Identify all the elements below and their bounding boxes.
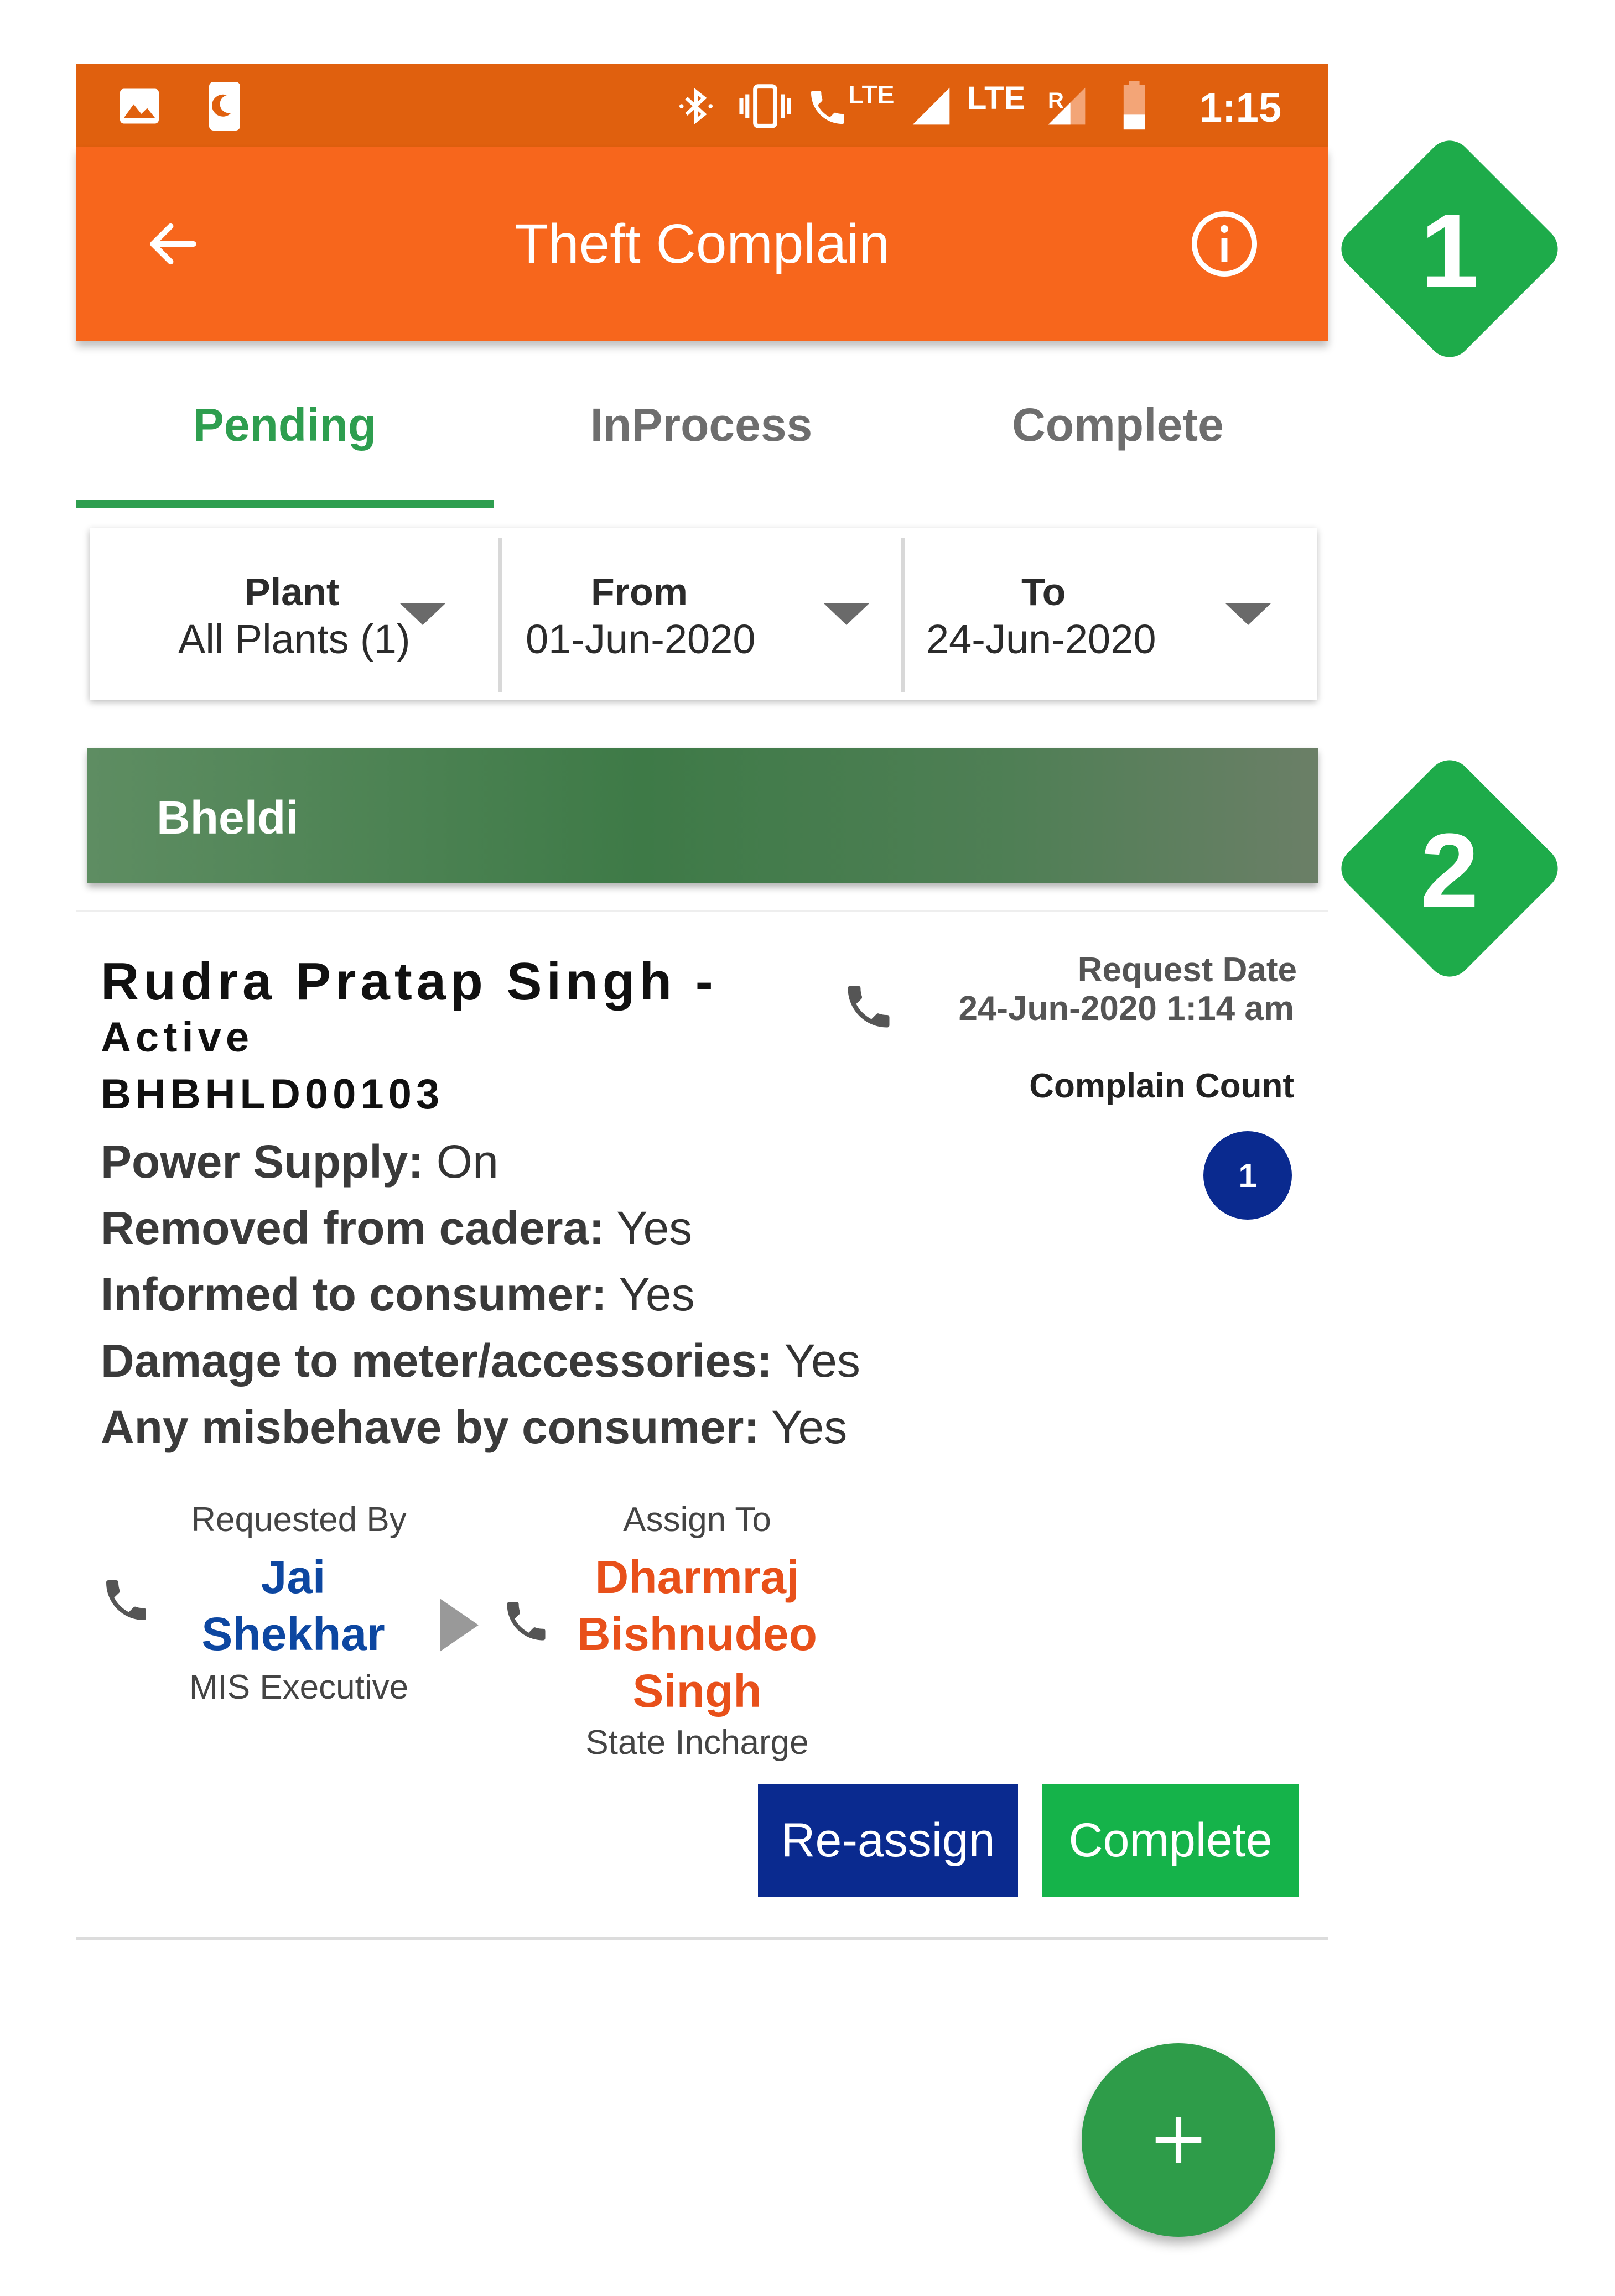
group-title: Bheldi: [157, 792, 299, 844]
field-label: Any misbehave by consumer:: [101, 1401, 760, 1453]
play-arrow-icon: [440, 1599, 479, 1652]
assignee-name-line: Dharmraj: [595, 1551, 799, 1603]
info-icon: [1191, 211, 1258, 277]
to-filter-label: To: [1021, 570, 1066, 613]
call-assignee-button[interactable]: [501, 1596, 556, 1651]
field-value: Yes: [619, 1268, 695, 1320]
requester-name-line: Shekhar: [201, 1608, 385, 1660]
card-divider: [76, 1937, 1328, 1940]
field-label: Informed to consumer:: [101, 1268, 607, 1320]
field-value: On: [436, 1136, 498, 1188]
signal-icon: [906, 81, 956, 132]
to-date-filter[interactable]: To 24-Jun-2020: [905, 528, 1317, 700]
image-icon: [116, 81, 163, 132]
consumer-name: Rudra Pratap Singh -: [101, 952, 718, 1011]
to-filter-value: 24-Jun-2020: [926, 616, 1156, 662]
sim-app-icon: [207, 81, 242, 132]
filter-divider: [498, 538, 502, 692]
complain-count-label: Complain Count: [1029, 1067, 1294, 1105]
field-row: Power Supply: On: [101, 1135, 498, 1189]
assignee-name-line: Bishnudeo: [577, 1608, 817, 1660]
field-label: Power Supply:: [101, 1136, 424, 1188]
requester-role: MIS Executive: [189, 1668, 409, 1706]
request-date-value: 24-Jun-2020 1:14 am: [958, 990, 1294, 1028]
add-complaint-button[interactable]: [1082, 2043, 1275, 2237]
assignee-role: State Incharge: [585, 1724, 809, 1762]
filter-bar: Plant All Plants (1) From 01-Jun-2020 To…: [90, 528, 1317, 700]
assign-to-label: Assign To: [623, 1501, 771, 1539]
phone-icon: [106, 1580, 146, 1620]
field-row: Removed from cadera: Yes: [101, 1201, 692, 1255]
plus-icon: [1155, 2117, 1202, 2163]
call-consumer-button[interactable]: [841, 979, 902, 1040]
field-value: Yes: [771, 1401, 848, 1453]
callout-2-label: 2: [1420, 812, 1479, 929]
from-filter-value: 01-Jun-2020: [526, 616, 756, 662]
complain-count-badge: 1: [1203, 1131, 1292, 1220]
field-label: Removed from cadera:: [101, 1202, 605, 1254]
plant-filter-label: Plant: [245, 570, 340, 613]
tab-inprocess[interactable]: InProcess: [493, 398, 910, 452]
lte-label: LTE: [848, 80, 895, 109]
bluetooth-icon: [674, 81, 718, 132]
tab-indicator: [76, 500, 494, 508]
chevron-down-icon: [399, 603, 446, 625]
consumer-id: BHBHLD00103: [101, 1071, 444, 1118]
vibrate-icon: [735, 81, 796, 132]
lte-label-2: LTE: [967, 80, 1026, 116]
call-requester-button[interactable]: [100, 1574, 155, 1629]
phone-icon: [507, 1602, 546, 1641]
assignee-name: Dharmraj Bishnudeo Singh: [542, 1549, 852, 1720]
chevron-down-icon: [1225, 603, 1271, 625]
consumer-status: Active: [101, 1014, 254, 1061]
requester-name-line: Jai: [261, 1551, 326, 1603]
complete-button[interactable]: Complete: [1042, 1784, 1299, 1897]
field-value: Yes: [784, 1335, 860, 1387]
callout-1: 1: [1328, 127, 1571, 371]
from-filter-label: From: [591, 570, 688, 613]
filter-divider: [901, 538, 905, 692]
battery-icon: [1118, 81, 1151, 132]
plant-filter-value: All Plants (1): [178, 616, 411, 662]
phone-icon: [848, 986, 890, 1028]
from-date-filter[interactable]: From 01-Jun-2020: [502, 528, 901, 700]
callout-1-label: 1: [1420, 192, 1479, 310]
app-bar: Theft Complain: [76, 147, 1328, 341]
reassign-button[interactable]: Re-assign: [758, 1784, 1018, 1897]
field-row: Damage to meter/accessories: Yes: [101, 1334, 860, 1388]
field-value: Yes: [616, 1202, 693, 1254]
callout-2: 2: [1328, 747, 1571, 990]
group-header[interactable]: Bheldi: [87, 748, 1318, 883]
assignee-name-line: Singh: [632, 1665, 762, 1717]
signal-roaming-icon: [1039, 81, 1094, 132]
chevron-down-icon: [823, 603, 870, 625]
status-bar: LTE LTE R 1:15: [76, 64, 1328, 147]
field-row: Any misbehave by consumer: Yes: [101, 1400, 847, 1454]
requested-by-label: Requested By: [191, 1501, 407, 1539]
tab-complete[interactable]: Complete: [910, 398, 1326, 452]
tab-pending[interactable]: Pending: [76, 398, 493, 452]
clock: 1:15: [1199, 85, 1282, 131]
page-title: Theft Complain: [514, 213, 890, 275]
section-divider: [76, 910, 1328, 912]
info-button[interactable]: [1183, 202, 1266, 285]
plant-filter[interactable]: Plant All Plants (1): [90, 528, 496, 700]
field-row: Informed to consumer: Yes: [101, 1268, 695, 1321]
request-date-label: Request Date: [1077, 951, 1297, 989]
field-label: Damage to meter/accessories:: [101, 1335, 772, 1387]
requester-name: Jai Shekhar: [183, 1549, 404, 1663]
